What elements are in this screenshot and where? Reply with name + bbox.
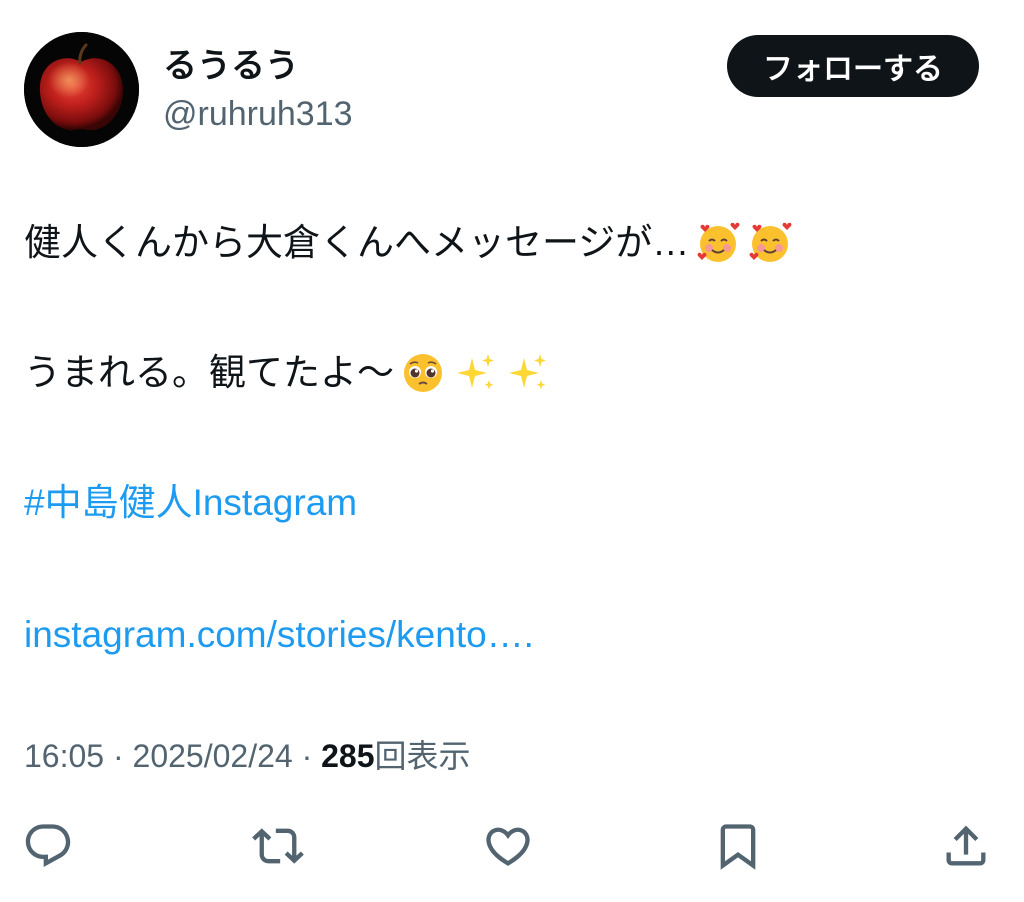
share-icon	[946, 825, 986, 866]
sparkles-icon	[504, 350, 550, 396]
bookmark-button[interactable]	[710, 818, 766, 874]
views-label[interactable]: 回表示	[375, 738, 471, 774]
apple-avatar-icon	[24, 32, 139, 147]
instagram-link[interactable]: instagram.com/stories/kento….	[24, 610, 534, 660]
retweet-button[interactable]	[250, 818, 306, 874]
reply-button[interactable]	[20, 818, 76, 874]
meta-separator: ·	[112, 738, 124, 774]
smiling-face-with-hearts-icon	[747, 220, 793, 266]
tweet-meta: 16:05 · 2025/02/24 · 285回表示	[24, 734, 471, 778]
pleading-face-icon	[400, 350, 446, 396]
retweet-icon	[252, 828, 304, 864]
display-name[interactable]: るうるう	[163, 44, 299, 88]
heart-icon	[486, 827, 530, 866]
avatar[interactable]	[24, 32, 139, 147]
reply-icon	[25, 824, 71, 868]
tweet-text-line-1: 健人くんから大倉くんへメッセージが…	[24, 218, 793, 268]
tweet-date[interactable]: 2025/02/24	[133, 738, 293, 774]
like-button[interactable]	[480, 818, 536, 874]
tweet-text: 健人くんから大倉くんへメッセージが…	[24, 222, 690, 263]
user-handle[interactable]: @ruhruh313	[163, 92, 353, 136]
sparkles-icon	[452, 350, 498, 396]
meta-separator: ·	[301, 738, 313, 774]
tweet-text-line-2: うまれる。観てたよ〜	[24, 348, 550, 398]
tweet-text: うまれる。観てたよ〜	[24, 352, 394, 393]
follow-button[interactable]: フォローする	[727, 35, 979, 97]
tweet-time[interactable]: 16:05	[24, 738, 104, 774]
share-button[interactable]	[938, 818, 994, 874]
smiling-face-with-hearts-icon	[695, 220, 741, 266]
tweet-detail: るうるう @ruhruh313 フォローする 健人くんから大倉くんへメッセージが…	[0, 0, 1024, 902]
hashtag-link[interactable]: #中島健人Instagram	[24, 478, 357, 528]
bookmark-icon	[720, 824, 756, 870]
views-count[interactable]: 285	[321, 738, 374, 774]
